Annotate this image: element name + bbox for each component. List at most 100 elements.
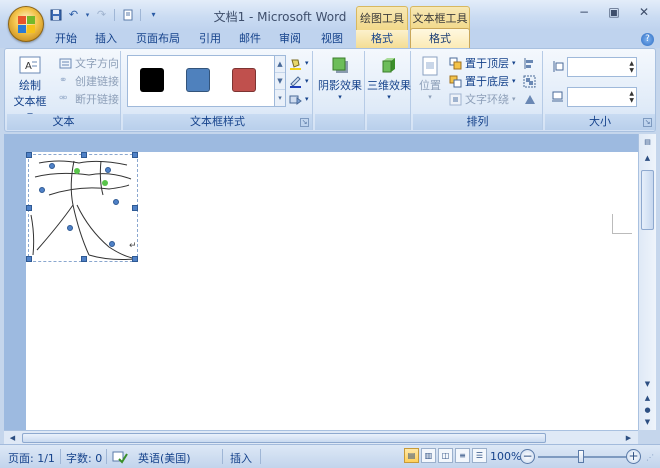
gallery-scroll[interactable]: ▲ ▼ ▾ — [275, 55, 286, 107]
group-3d-effects: 三维效果 ▾ — [367, 51, 411, 130]
width-spinner-icon[interactable]: ▲ ▼ — [629, 90, 634, 104]
resize-handle-bl[interactable] — [26, 256, 32, 262]
office-logo-icon — [18, 16, 36, 34]
resize-handle-l[interactable] — [26, 205, 32, 211]
dialog-launcher-icon[interactable]: ↘ — [300, 118, 309, 127]
shape-fill-button[interactable]: ▾ — [289, 55, 309, 71]
vertical-scroll-thumb[interactable] — [641, 170, 654, 230]
outline-view-icon[interactable]: ≡ — [455, 448, 470, 463]
style-swatch-blue[interactable] — [186, 68, 210, 92]
height-input[interactable]: ▲ ▼ — [567, 57, 637, 77]
height-spinner-icon[interactable]: ▲ ▼ — [629, 60, 634, 74]
tab-references[interactable]: 引用 — [192, 30, 228, 48]
language-indicator[interactable]: 英语(美国) — [138, 450, 191, 466]
print-preview-icon[interactable] — [120, 7, 135, 22]
ruler-toggle-icon[interactable]: ▤ — [641, 136, 654, 148]
resize-handle-t[interactable] — [81, 152, 87, 158]
undo-icon[interactable]: ↶ — [66, 7, 81, 22]
tab-insert[interactable]: 插入 — [88, 30, 124, 48]
ink-point-handle[interactable] — [113, 199, 119, 205]
resize-handle-tr[interactable] — [132, 152, 138, 158]
ink-point-handle[interactable] — [105, 167, 111, 173]
close-icon[interactable]: ✕ — [636, 4, 652, 20]
office-button[interactable] — [8, 6, 44, 42]
scroll-up-icon[interactable]: ▲ — [641, 152, 654, 164]
ink-point-handle[interactable] — [109, 241, 115, 247]
customize-toolbar-icon[interactable]: ▾ — [146, 7, 161, 22]
gallery-down-icon[interactable]: ▼ — [275, 73, 285, 90]
style-swatch-black[interactable] — [140, 68, 164, 92]
word-count[interactable]: 字数: 0 — [66, 450, 102, 466]
redo-icon[interactable]: ↷ — [94, 7, 109, 22]
tab-page-layout[interactable]: 页面布局 — [128, 30, 188, 48]
style-swatch-red[interactable] — [232, 68, 256, 92]
draft-view-icon[interactable]: ☰ — [472, 448, 487, 463]
save-icon[interactable] — [48, 7, 63, 22]
height-icon — [551, 60, 564, 73]
zoom-out-icon[interactable]: − — [520, 449, 535, 464]
insert-mode[interactable]: 插入 — [230, 450, 252, 466]
group-objects-button[interactable] — [523, 73, 536, 89]
ink-point-handle[interactable] — [39, 187, 45, 193]
vertical-scrollbar[interactable]: ▤ ▲ ▼ ▲ ● ▼ — [638, 134, 656, 430]
size-dialog-launcher-icon[interactable]: ↘ — [643, 118, 652, 127]
bring-to-front-button[interactable]: 置于顶层 ▾ — [449, 55, 516, 71]
resize-handle-tl[interactable] — [26, 152, 32, 158]
horizontal-scroll-thumb[interactable] — [22, 433, 546, 443]
horizontal-scrollbar[interactable]: ◀ ▶ — [4, 430, 638, 444]
create-link-button[interactable]: ⚭ 创建链接 — [59, 73, 119, 89]
proofing-icon[interactable] — [112, 450, 128, 467]
text-direction-button[interactable]: 文字方向 — [59, 55, 119, 71]
gallery-up-icon[interactable]: ▲ — [275, 56, 285, 73]
scroll-down-icon[interactable]: ▼ — [641, 378, 654, 390]
break-link-button[interactable]: ⚮ 断开链接 — [59, 91, 119, 107]
width-input[interactable]: ▲ ▼ — [567, 87, 637, 107]
rotate-button[interactable] — [523, 91, 536, 107]
resize-handle-r[interactable] — [132, 205, 138, 211]
scroll-right-icon[interactable]: ▶ — [622, 432, 635, 444]
group-size: ▲ ▼ ▲ ▼ 大小 ↘ — [545, 51, 655, 130]
group-label-3d — [367, 114, 410, 130]
selected-textbox[interactable]: ↵ — [26, 152, 138, 262]
tab-textbox-format[interactable]: 格式 — [410, 28, 470, 50]
web-layout-icon[interactable]: ◫ — [438, 448, 453, 463]
scroll-left-icon[interactable]: ◀ — [6, 432, 19, 444]
tab-mailings[interactable]: 邮件 — [232, 30, 268, 48]
previous-page-icon[interactable]: ▲ — [641, 392, 654, 404]
shape-outline-button[interactable]: ▾ — [289, 73, 309, 89]
text-wrap-button[interactable]: 文字环绕 ▾ — [449, 91, 516, 107]
paint-bucket-icon — [289, 57, 302, 70]
undo-dropdown-icon[interactable]: ▾ — [84, 7, 91, 22]
tab-review[interactable]: 审阅 — [272, 30, 308, 48]
resize-handle-b[interactable] — [81, 256, 87, 262]
change-shape-icon — [289, 93, 302, 106]
ink-point-handle[interactable] — [67, 225, 73, 231]
resize-handle-br[interactable] — [132, 256, 138, 262]
draw-textbox-button[interactable]: A 绘制 文本框 ▾ — [11, 55, 49, 122]
page-count[interactable]: 页面: 1/1 — [8, 450, 55, 466]
shadow-effects-button[interactable]: 阴影效果 ▾ — [317, 55, 363, 101]
3d-effects-button[interactable]: 三维效果 ▾ — [367, 55, 411, 101]
gallery-more-icon[interactable]: ▾ — [275, 90, 285, 107]
position-button[interactable]: 位置 ▾ — [415, 55, 445, 101]
textbox-icon: A — [18, 55, 42, 77]
align-button[interactable] — [523, 55, 536, 71]
resize-grip-icon[interactable]: ⋰ — [646, 453, 654, 462]
zoom-slider-thumb[interactable] — [578, 450, 584, 463]
next-page-icon[interactable]: ▼ — [641, 416, 654, 428]
browse-object-icon[interactable]: ● — [641, 404, 654, 416]
send-to-back-button[interactable]: 置于底层 ▾ — [449, 73, 516, 89]
zoom-in-icon[interactable]: + — [626, 449, 641, 464]
tab-view[interactable]: 视图 — [312, 30, 352, 48]
minimize-icon[interactable]: − — [576, 4, 592, 20]
zoom-level[interactable]: 100% — [490, 450, 521, 463]
tab-drawing-format[interactable]: 格式 — [356, 30, 408, 48]
ink-drawing — [30, 160, 138, 260]
ink-point-handle[interactable] — [49, 163, 55, 169]
print-layout-view-icon[interactable]: ▤ — [404, 448, 419, 463]
change-shape-button[interactable]: ▾ — [289, 91, 309, 107]
maximize-icon[interactable]: ▣ — [606, 4, 622, 20]
help-icon[interactable]: ? — [641, 33, 654, 46]
full-screen-reading-icon[interactable]: ▥ — [421, 448, 436, 463]
tab-home[interactable]: 开始 — [48, 30, 84, 48]
